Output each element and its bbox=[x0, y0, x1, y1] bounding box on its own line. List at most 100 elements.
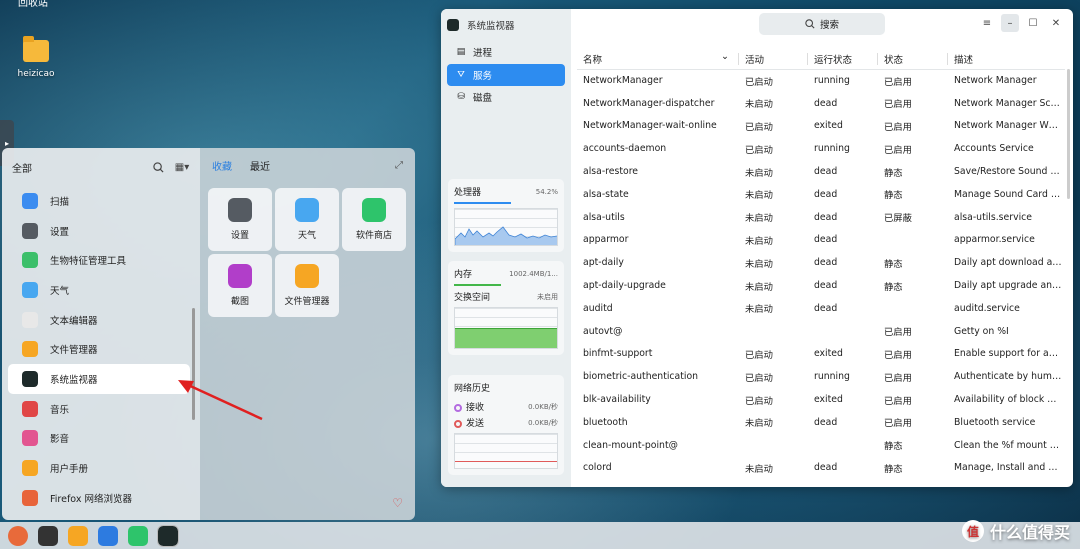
heart-icon[interactable]: ♡ bbox=[392, 496, 403, 510]
app-label: 影音 bbox=[50, 434, 70, 446]
app-label: 扫描 bbox=[50, 196, 70, 208]
launcher-app-item[interactable]: 扫描 bbox=[8, 186, 190, 216]
launcher-scrollbar[interactable] bbox=[192, 308, 195, 420]
favorite-app-tile[interactable]: 软件商店 bbox=[342, 188, 406, 251]
desktop-folder[interactable]: heizicao bbox=[14, 36, 58, 79]
tab-recent[interactable]: 最近 bbox=[250, 158, 270, 173]
table-cell: 静态 bbox=[884, 463, 903, 475]
launcher-app-item[interactable]: 天气 bbox=[8, 275, 190, 305]
launcher-app-item[interactable]: 设置 bbox=[8, 216, 190, 246]
table-cell: 静态 bbox=[884, 258, 903, 270]
minimize-button[interactable]: – bbox=[1001, 14, 1019, 32]
table-row[interactable]: NetworkManager-dispatcher 未启动 dead 已启用 Netwo… bbox=[577, 92, 1065, 115]
launcher-icon[interactable] bbox=[8, 525, 28, 546]
table-cell: running bbox=[814, 75, 850, 87]
app-label: Firefox 网络浏览器 bbox=[50, 493, 132, 505]
table-cell bbox=[878, 297, 948, 320]
table-cell: Getty on %I bbox=[954, 325, 1009, 337]
table-row[interactable]: NetworkManager-wait-online 已启动 exited 已启用 Ne… bbox=[577, 115, 1065, 138]
table-cell: Availability of block … bbox=[954, 394, 1057, 406]
swap-value: 未启用 bbox=[537, 292, 558, 301]
table-row[interactable]: biometric-authentication 已启动 running 已启用 Aut… bbox=[577, 365, 1065, 388]
favorite-app-tile[interactable]: 设置 bbox=[208, 188, 272, 251]
window-title: 系统监视器 bbox=[441, 9, 571, 41]
table-cell: 已启用 bbox=[884, 144, 912, 156]
nav-item-service[interactable]: ⛛ 服务 bbox=[447, 63, 565, 86]
app-launcher: 全部 ▦▾ 扫描 设置 生物特征管理工具 天气 文本编辑器 文件管理器 系统监视器 音乐 影音用… bbox=[2, 148, 415, 520]
launcher-app-item[interactable]: 音乐 bbox=[8, 394, 190, 424]
launcher-app-item[interactable]: 影音 bbox=[8, 424, 190, 454]
table-row[interactable]: autovt@ 已启用 Getty on %I bbox=[577, 320, 1065, 343]
app-label: 音乐 bbox=[50, 404, 70, 416]
fingerprint-icon bbox=[22, 252, 38, 269]
table-row[interactable]: clean-mount-point@ 静态 Clean the %f mount … bbox=[577, 434, 1065, 457]
folder-icon[interactable] bbox=[68, 525, 88, 546]
launcher-app-item[interactable]: 文件管理器 bbox=[8, 334, 190, 364]
table-cell: 未启动 bbox=[745, 167, 773, 179]
table-row[interactable]: binfmt-support 已启动 exited 已启用 Enable support… bbox=[577, 343, 1065, 366]
search-input[interactable]: 搜索 bbox=[759, 13, 885, 35]
memory-card: 内存 1002.4MB/1... 交换空间 未启用 bbox=[448, 261, 564, 355]
column-header[interactable]: 运行状态 bbox=[808, 49, 878, 70]
memory-graph bbox=[454, 307, 558, 349]
maximize-button[interactable]: ☐ bbox=[1024, 14, 1042, 32]
close-button[interactable]: ✕ bbox=[1047, 14, 1065, 32]
table-scrollbar[interactable] bbox=[1067, 69, 1070, 199]
video-icon bbox=[22, 430, 38, 447]
search-icon bbox=[805, 19, 815, 29]
launcher-app-item[interactable]: 生物特征管理工具 bbox=[8, 245, 190, 275]
table-cell: Daily apt download a… bbox=[954, 257, 1062, 269]
expand-icon[interactable]: ⤢ bbox=[395, 160, 403, 171]
column-header[interactable]: 活动 bbox=[739, 49, 808, 70]
table-row[interactable]: blk-availability 已启动 exited 已启用 Availability… bbox=[577, 388, 1065, 411]
launcher-app-item[interactable]: Firefox 网络浏览器 bbox=[8, 483, 190, 513]
table-row[interactable]: apt-daily-upgrade 未启动 dead 静态 Daily apt upgr… bbox=[577, 274, 1065, 297]
table-row[interactable]: bluetooth 未启动 dead 已启用 Bluetooth service bbox=[577, 411, 1065, 434]
column-header[interactable]: 状态 bbox=[878, 49, 948, 70]
favorite-app-tile[interactable]: 天气 bbox=[275, 188, 339, 251]
monitor-icon[interactable] bbox=[157, 524, 179, 547]
gear-icon bbox=[22, 222, 38, 239]
search-icon[interactable] bbox=[150, 159, 166, 175]
column-header-label: 状态 bbox=[884, 54, 904, 66]
table-cell: 未启动 bbox=[745, 235, 773, 247]
nav-item-process[interactable]: ▤ 进程 bbox=[447, 41, 565, 64]
menu-icon[interactable]: ≡ bbox=[978, 14, 996, 32]
table-cell: 已启动 bbox=[745, 349, 773, 361]
table-row[interactable]: colord 未启动 dead 静态 Manage, Install and … bbox=[577, 457, 1065, 480]
table-cell: Bluetooth service bbox=[954, 416, 1036, 428]
favorite-app-tile[interactable]: 截图 bbox=[208, 254, 272, 317]
wps-icon[interactable] bbox=[98, 525, 118, 546]
service-icon: ⛛ bbox=[457, 69, 465, 80]
table-row[interactable]: accounts-daemon 已启动 running 已启用 Accounts Ser… bbox=[577, 137, 1065, 160]
table-cell: 已启用 bbox=[884, 395, 912, 407]
launcher-app-item[interactable]: 用户手册 bbox=[8, 453, 190, 483]
launcher-app-item[interactable]: 系统监视器 bbox=[8, 364, 190, 394]
table-row[interactable]: alsa-restore 未启动 dead 静态 Save/Restore Sound … bbox=[577, 160, 1065, 183]
launcher-header: 全部 ▦▾ bbox=[2, 148, 200, 186]
tab-favorites[interactable]: 收藏 bbox=[212, 158, 232, 173]
column-header[interactable]: 名称 ⌄ bbox=[577, 49, 739, 70]
table-cell: NetworkManager-dispatcher bbox=[583, 97, 715, 109]
table-row[interactable]: NetworkManager 已启动 running 已启用 Network Manag… bbox=[577, 69, 1065, 92]
table-row[interactable]: apparmor 未启动 dead apparmor.service bbox=[577, 229, 1065, 252]
screenshot-icon bbox=[228, 264, 252, 288]
nav-item-disk[interactable]: ⛁ 磁盘 bbox=[447, 86, 565, 109]
column-header-label: 名称 bbox=[583, 54, 603, 66]
table-row[interactable]: alsa-state 未启动 dead 静态 Manage Sound Card … bbox=[577, 183, 1065, 206]
table-row[interactable]: alsa-utils 未启动 dead 已屏蔽 alsa-utils.service bbox=[577, 206, 1065, 229]
table-cell: 已启用 bbox=[884, 349, 912, 361]
launcher-app-item[interactable]: 文本编辑器 bbox=[8, 305, 190, 335]
store-icon[interactable] bbox=[128, 525, 148, 546]
favorite-app-tile[interactable]: 文件管理器 bbox=[275, 254, 339, 317]
table-cell: Daily apt upgrade an… bbox=[954, 280, 1062, 292]
table-row[interactable]: auditd 未启动 dead auditd.service bbox=[577, 297, 1065, 320]
column-header[interactable]: 描述 bbox=[948, 49, 1065, 70]
send-label: 发送 bbox=[466, 419, 485, 429]
table-cell bbox=[808, 434, 878, 457]
table-row[interactable]: apt-daily 未启动 dead 静态 Daily apt download a… bbox=[577, 251, 1065, 274]
view-mode-icon[interactable]: ▦▾ bbox=[174, 159, 190, 175]
multitask-icon[interactable] bbox=[38, 525, 58, 546]
table-cell: apparmor.service bbox=[954, 234, 1035, 246]
table-cell bbox=[739, 434, 808, 457]
